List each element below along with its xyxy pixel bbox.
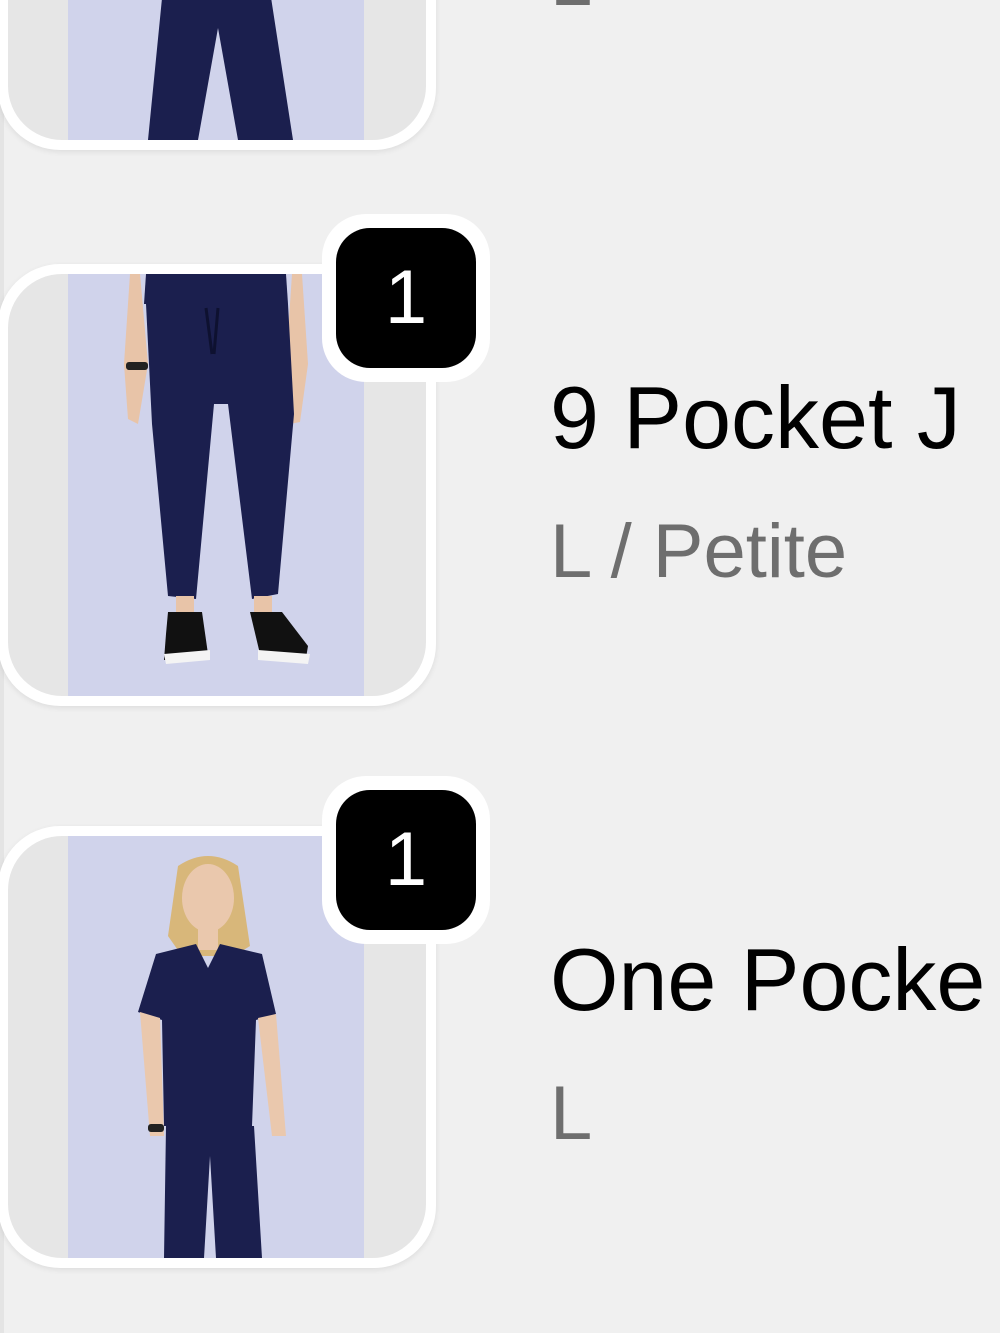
navy-scrub-top-image	[68, 836, 364, 1258]
navy-scrub-pants-image	[68, 0, 364, 140]
quantity-count: 1	[336, 790, 476, 930]
quantity-badge: 1	[322, 776, 490, 944]
product-name[interactable]: 9 Pocket J	[550, 374, 961, 462]
product-name[interactable]: One Pocke	[550, 936, 985, 1024]
product-variant: L	[550, 0, 592, 18]
quantity-badge: 1	[322, 214, 490, 382]
product-variant: L	[550, 1071, 593, 1156]
navy-jogger-pants-image	[68, 274, 364, 696]
product-variant: L / Petite	[550, 509, 848, 594]
product-thumbnail[interactable]	[0, 0, 436, 150]
quantity-count: 1	[336, 228, 476, 368]
cart-item-list: L	[0, 0, 1000, 1333]
